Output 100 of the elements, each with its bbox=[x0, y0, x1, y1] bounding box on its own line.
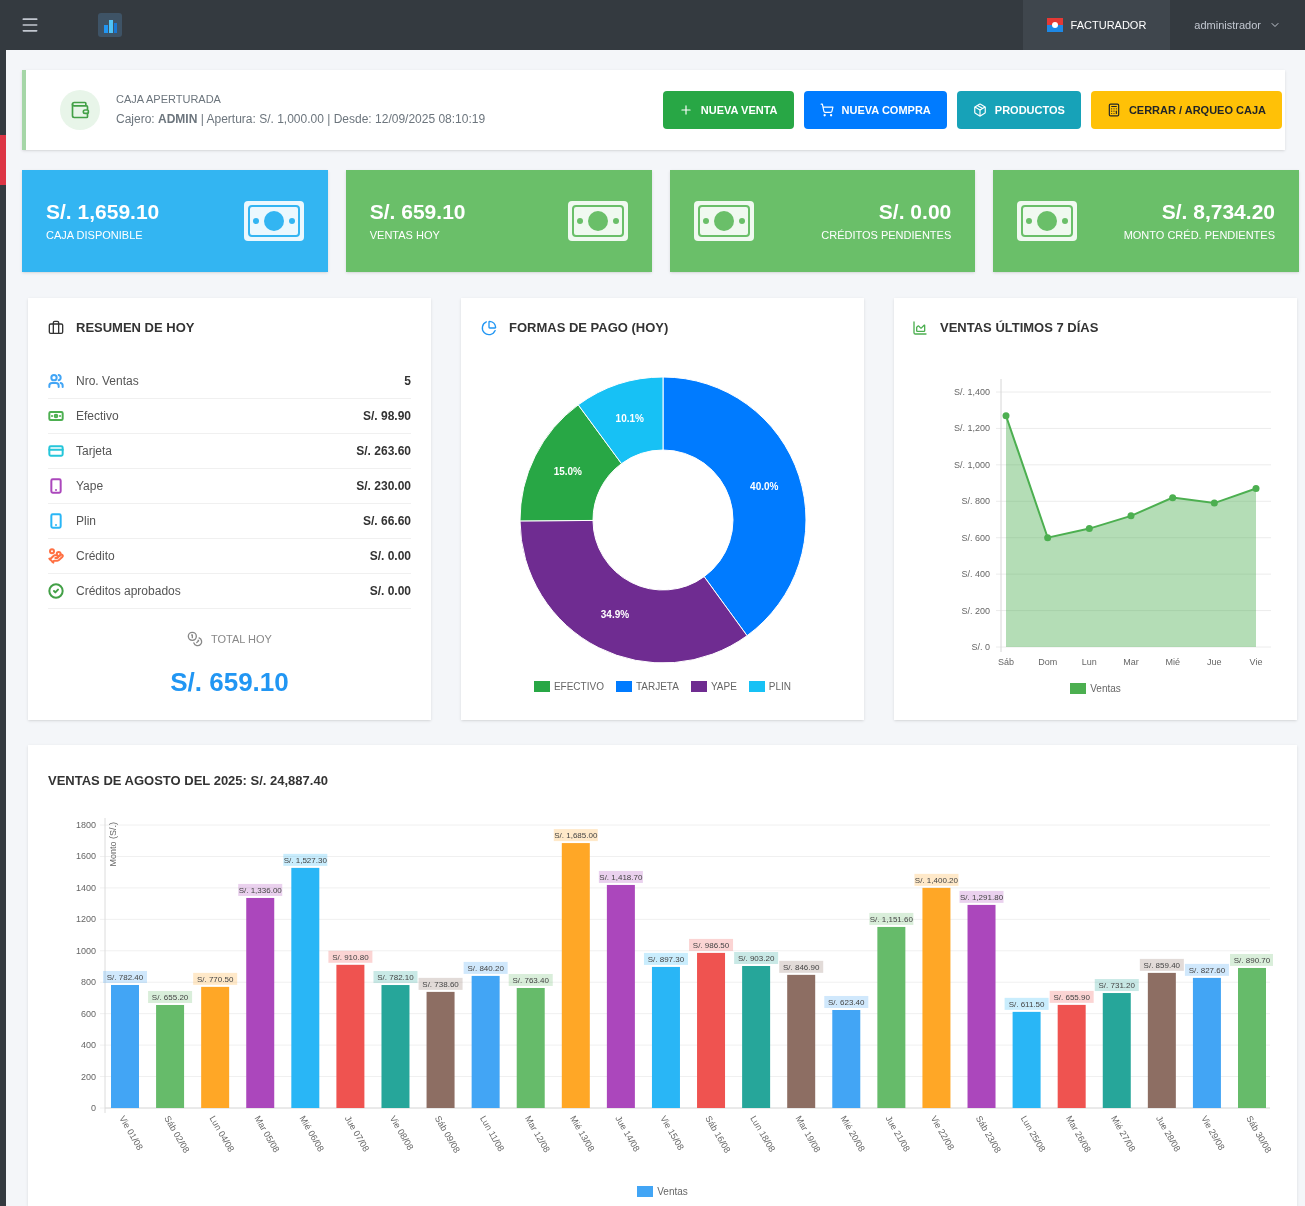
stat-label: CAJA DISPONIBLE bbox=[46, 229, 143, 243]
axis-label: Mar bbox=[1123, 657, 1139, 667]
value-label: S/. 827.60 bbox=[1184, 963, 1229, 976]
summary-label: Efectivo bbox=[76, 408, 119, 425]
summary-value: S/. 0.00 bbox=[369, 548, 411, 565]
value-label: S/. 623.40 bbox=[824, 996, 869, 1008]
summary-value: S/. 66.60 bbox=[362, 513, 411, 530]
axis-title: Monto (S/.) bbox=[108, 822, 118, 867]
value-label: S/. 738.60 bbox=[418, 977, 463, 990]
data-point bbox=[1252, 485, 1260, 493]
summary-value: S/. 230.00 bbox=[356, 478, 411, 495]
axis-label: S/. 1,400 bbox=[953, 387, 990, 397]
axis-label: S/. 1,200 bbox=[953, 423, 990, 434]
axis-label: 1600 bbox=[75, 851, 96, 862]
summary-label: Crédito bbox=[76, 548, 115, 565]
summary-value: S/. 263.60 bbox=[356, 443, 411, 460]
panel-title: VENTAS ÚLTIMOS 7 DÍAS bbox=[940, 319, 1099, 338]
menu-icon[interactable] bbox=[20, 15, 40, 35]
slice-label: 10.1% bbox=[615, 412, 644, 424]
wallet-icon bbox=[60, 90, 100, 130]
user-menu[interactable]: administrador bbox=[1170, 0, 1305, 50]
swatch-icon bbox=[748, 680, 765, 692]
axis-label: Lun bbox=[1081, 657, 1097, 667]
axis-label: Jue bbox=[1207, 657, 1222, 667]
value-label: S/. 782.40 bbox=[103, 971, 147, 983]
value-label: S/. 986.50 bbox=[689, 938, 734, 951]
close-register-button[interactable]: CERRAR / ARQUEO CAJA bbox=[1090, 91, 1282, 129]
stat-value: S/. 659.10 bbox=[369, 199, 466, 225]
summary-value: S/. 0.00 bbox=[369, 583, 411, 600]
axis-label: 1200 bbox=[75, 914, 96, 925]
summary-label: Nro. Ventas bbox=[76, 373, 139, 390]
value-label: S/. 1,685.00 bbox=[553, 829, 598, 842]
legend-label: EFECTIVO bbox=[553, 679, 604, 694]
pie-chart-icon bbox=[481, 320, 497, 336]
summary-value: 5 bbox=[404, 373, 411, 390]
value-label: S/. 655.20 bbox=[148, 991, 193, 1003]
axis-label: S/. 1,000 bbox=[953, 459, 990, 470]
cash-status-title: CAJA APERTURADA bbox=[116, 92, 222, 107]
summary-label: Tarjeta bbox=[76, 443, 113, 460]
panel-title: FORMAS DE PAGO (HOY) bbox=[509, 319, 669, 338]
axis-label: 1400 bbox=[75, 882, 96, 893]
value-label: S/. 1,291.80 bbox=[959, 890, 1004, 903]
axis-label: 400 bbox=[80, 1040, 96, 1051]
nav-tab[interactable]: FACTURADOR bbox=[1022, 0, 1171, 50]
value-label: S/. 1,418.70 bbox=[598, 870, 643, 883]
axis-label: 200 bbox=[80, 1071, 96, 1082]
value-label: S/. 840.20 bbox=[463, 961, 508, 974]
axis-label: 800 bbox=[80, 977, 96, 988]
axis-label: S/. 0 bbox=[971, 642, 990, 652]
data-point bbox=[1169, 494, 1177, 502]
data-point bbox=[1210, 499, 1218, 507]
axis-label: S/. 800 bbox=[961, 496, 990, 507]
axis-label: Sáb bbox=[998, 657, 1014, 667]
stat-label: MONTO CRÉD. PENDIENTES bbox=[1123, 229, 1275, 243]
summary-label: Plin bbox=[76, 513, 96, 530]
value-label: S/. 782.10 bbox=[373, 971, 418, 984]
cart-icon bbox=[819, 103, 834, 117]
package-icon bbox=[972, 103, 987, 117]
axis-label: 1000 bbox=[75, 945, 96, 956]
calculator-icon bbox=[1106, 103, 1121, 117]
swatch-icon bbox=[1070, 682, 1087, 694]
banknote-icon bbox=[567, 201, 628, 241]
cash-status-detail: Cajero: ADMIN | Apertura: S/. 1,000.00 | Desde: 12/09/2025 08:10:19 bbox=[116, 112, 486, 128]
slice-label: 15.0% bbox=[553, 466, 582, 478]
stat-label: CRÉDITOS PENDIENTES bbox=[821, 229, 952, 243]
axis-label: 1800 bbox=[75, 820, 96, 830]
panel-title: RESUMEN DE HOY bbox=[76, 319, 195, 338]
swatch-icon bbox=[637, 1185, 654, 1197]
value-label: S/. 1,527.30 bbox=[283, 853, 328, 866]
data-point bbox=[1044, 534, 1052, 542]
stat-value: S/. 8,734.20 bbox=[1161, 199, 1275, 225]
value-label: S/. 859.40 bbox=[1139, 958, 1184, 971]
summary-value: S/. 98.90 bbox=[362, 408, 411, 425]
swatch-icon bbox=[615, 680, 632, 692]
new-purchase-button[interactable]: NUEVA COMPRA bbox=[803, 91, 947, 129]
value-label: S/. 903.20 bbox=[734, 952, 779, 964]
axis-label: 600 bbox=[80, 1008, 96, 1019]
stat-value: S/. 1,659.10 bbox=[46, 199, 160, 225]
value-label: S/. 731.20 bbox=[1094, 979, 1139, 992]
slice-label: 34.9% bbox=[600, 609, 629, 621]
logo-icon[interactable] bbox=[98, 13, 122, 37]
legend-label: Ventas bbox=[657, 1184, 688, 1199]
data-point bbox=[1127, 512, 1135, 520]
value-label: S/. 770.50 bbox=[193, 972, 238, 985]
banknote-icon bbox=[243, 201, 304, 241]
summary-label: Yape bbox=[76, 478, 104, 495]
value-label: S/. 655.90 bbox=[1049, 990, 1094, 1003]
value-label: S/. 846.90 bbox=[779, 960, 824, 973]
axis-label: Vie bbox=[1249, 657, 1263, 667]
active-indicator bbox=[0, 135, 6, 185]
banknote-icon bbox=[1017, 201, 1078, 241]
axis-label: S/. 600 bbox=[961, 532, 990, 543]
axis-label: Dom bbox=[1038, 657, 1058, 667]
legend-label: Ventas bbox=[1090, 681, 1121, 696]
value-label: S/. 763.40 bbox=[508, 974, 553, 986]
swatch-icon bbox=[690, 680, 707, 692]
data-point bbox=[1085, 525, 1093, 533]
swatch-icon bbox=[533, 680, 550, 692]
summary-label: Créditos aprobados bbox=[76, 583, 181, 600]
panel-title: VENTAS DE AGOSTO DEL 2025: S/. 24,887.40 bbox=[48, 772, 329, 790]
